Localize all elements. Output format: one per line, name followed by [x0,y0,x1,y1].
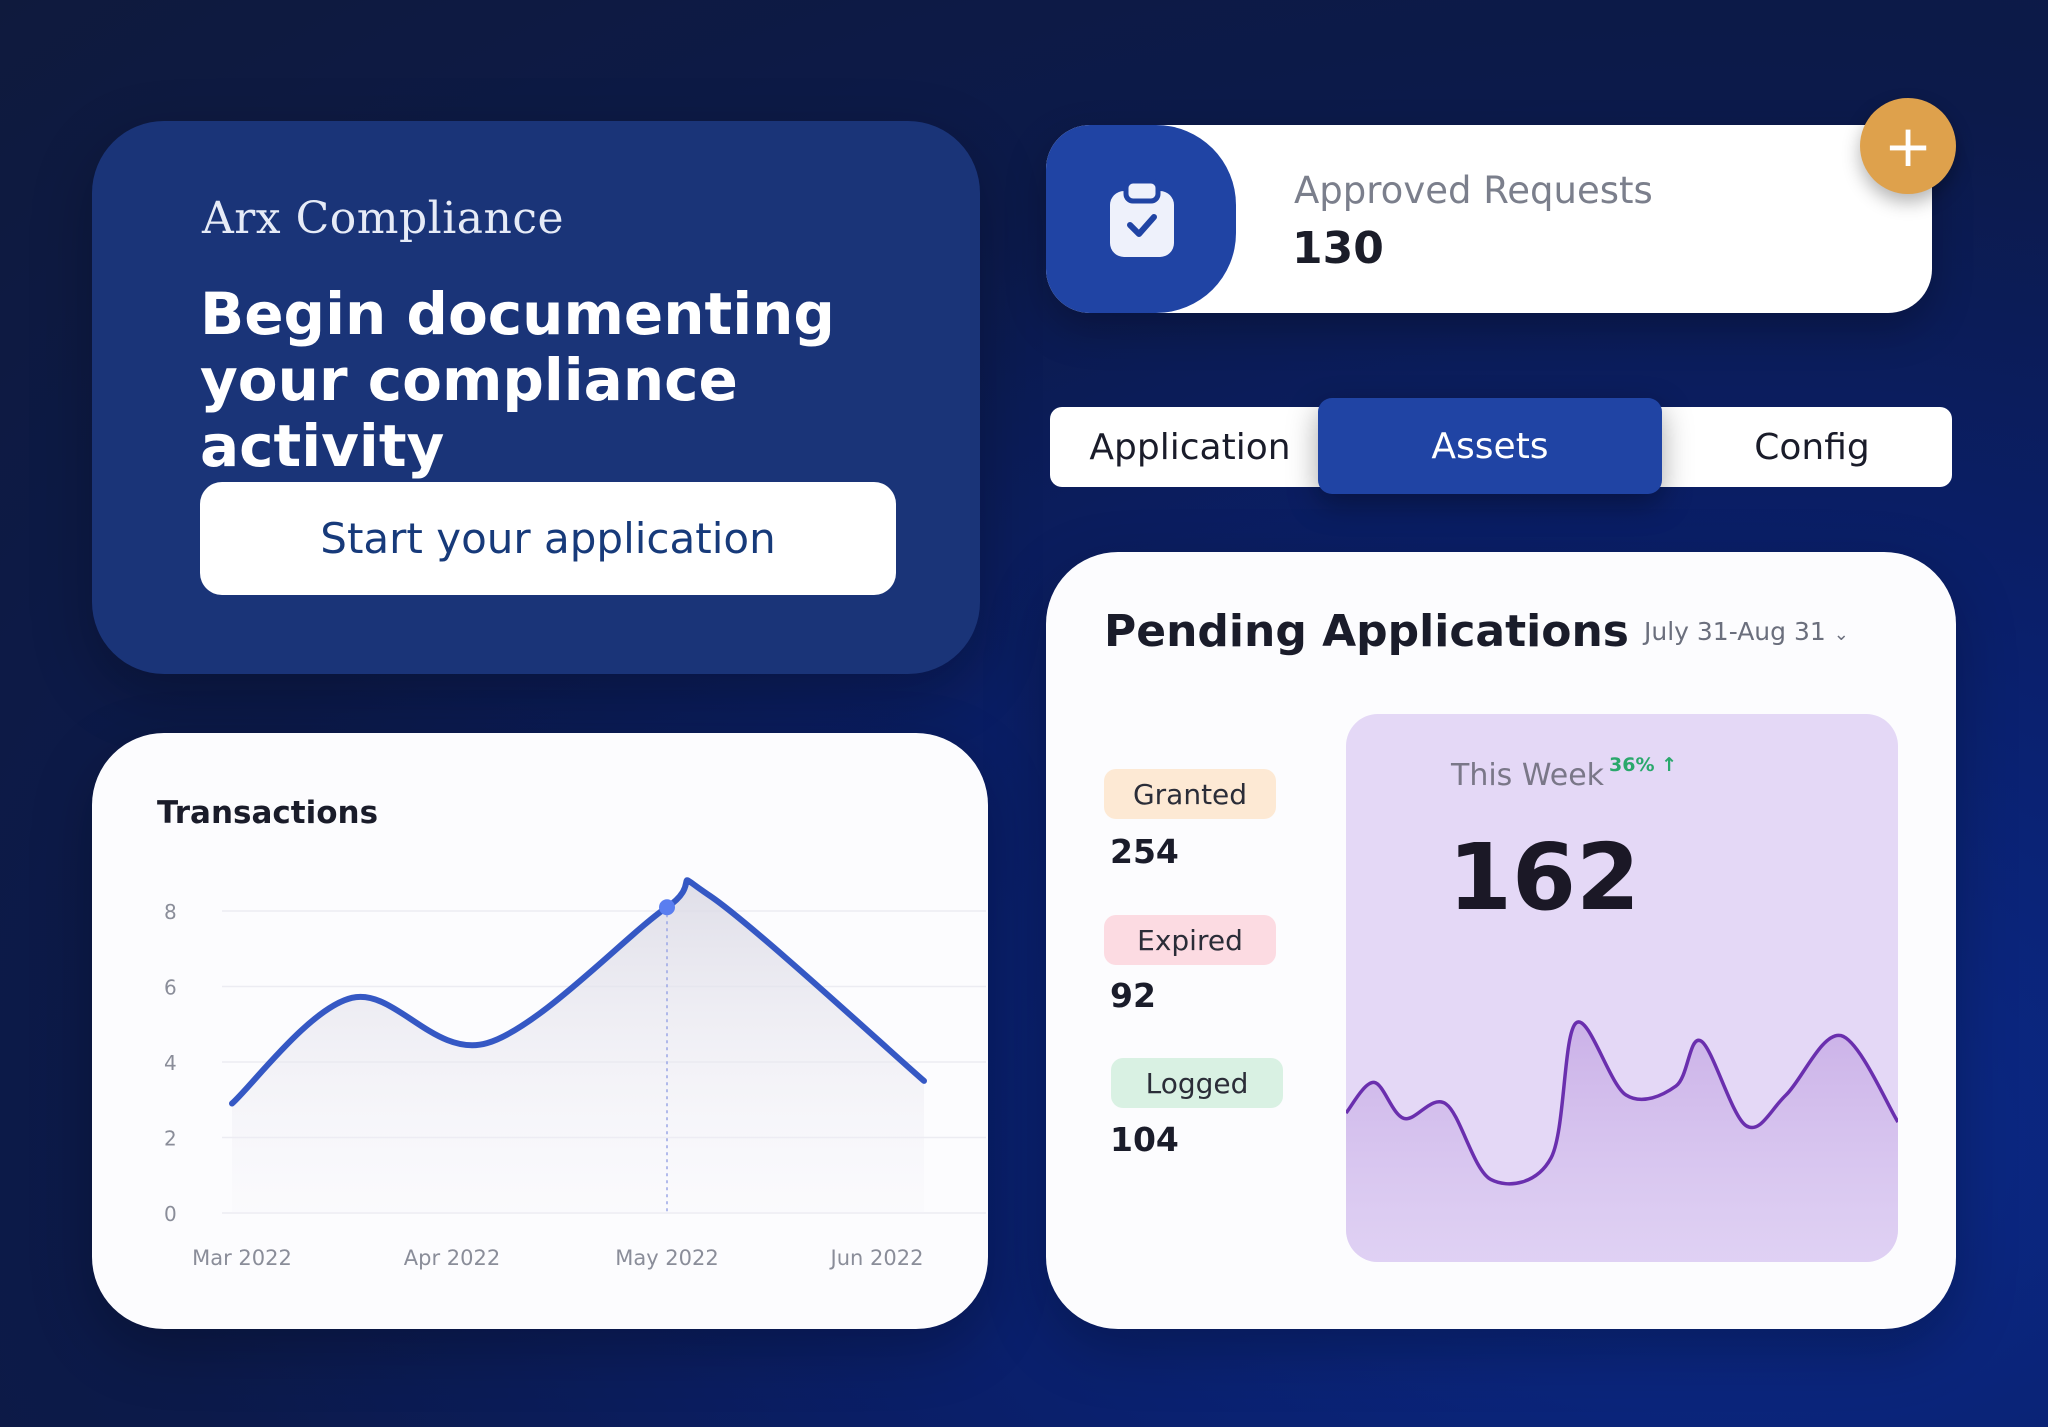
date-range-label: July 31-Aug 31 [1644,617,1826,646]
y-tick-label: 8 [164,900,177,924]
logged-badge: Logged [1111,1058,1283,1108]
clipboard-check-icon [1110,179,1174,257]
expired-value: 92 [1110,976,1156,1015]
granted-badge: Granted [1104,769,1276,819]
hero-card: Arx Compliance Begin documenting your co… [92,121,980,674]
this-week-panel: This Week 36% ↑ 162 [1346,714,1898,1262]
pending-title: Pending Applications [1104,606,1629,657]
tab-assets[interactable]: Assets [1318,398,1662,494]
brand-name: Arx Compliance [202,193,565,244]
date-range-dropdown[interactable]: July 31-Aug 31 ⌄ [1644,617,1849,646]
tab-config[interactable]: Config [1672,407,1952,487]
approved-icon-box [1046,125,1236,313]
x-tick-label: May 2022 [615,1246,719,1270]
x-tick-label: Jun 2022 [829,1246,924,1270]
y-tick-label: 6 [164,976,177,1000]
transactions-chart: 0 2 4 6 8 Mar 2022 Apr 2022 May 2022 Jun 2022 [164,877,986,1270]
start-application-button[interactable]: Start your application [200,482,896,595]
transactions-card: Transactions 0 2 4 6 8 Mar 2022 Apr 2022 May 20… [92,733,988,1329]
approved-requests-card: Approved Requests 130 [1046,125,1932,313]
x-tick-label: Apr 2022 [404,1246,500,1270]
approved-label: Approved Requests [1294,169,1653,212]
pending-applications-card: Pending Applications July 31-Aug 31 ⌄ Gra… [1046,552,1956,1329]
y-tick-label: 4 [164,1051,177,1075]
tab-application[interactable]: Application [1050,407,1330,487]
plus-icon[interactable]: + [1860,98,1956,194]
weekly-sparkline [1346,1020,1898,1262]
y-tick-label: 2 [164,1127,177,1151]
approved-value: 130 [1292,223,1384,274]
hero-headline: Begin documenting your compliance activi… [200,280,835,480]
x-tick-label: Mar 2022 [192,1246,292,1270]
highlight-point [659,899,675,916]
y-tick-label: 0 [164,1202,177,1226]
chevron-down-icon: ⌄ [1833,624,1849,645]
granted-value: 254 [1110,832,1179,871]
sparkline-area [1346,1021,1898,1262]
logged-value: 104 [1110,1120,1179,1159]
transactions-area [232,880,924,1213]
expired-badge: Expired [1104,915,1276,965]
